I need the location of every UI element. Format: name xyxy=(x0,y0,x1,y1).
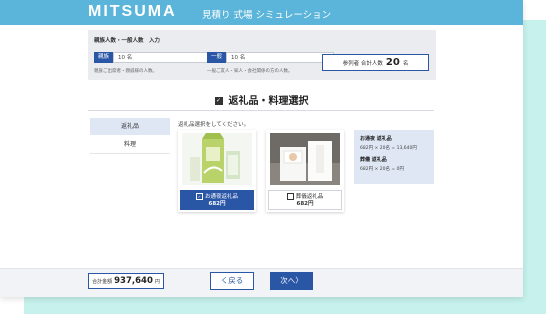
product-card-funeral[interactable]: 葬儀返礼品 682円 xyxy=(266,130,344,212)
tab-return-gifts[interactable]: 返礼品 xyxy=(90,118,170,135)
panel-title: 親族人数・一般人数 入力 xyxy=(94,38,161,44)
general-field-row: 一般 10 名 xyxy=(207,52,335,63)
next-button[interactable]: 次へ〉 xyxy=(270,272,313,290)
relatives-count-input[interactable]: 10 名 xyxy=(113,52,222,63)
back-button[interactable]: く戻る xyxy=(210,272,254,290)
empty-box-icon xyxy=(286,192,294,200)
general-note: 一般ご友人・知人・会社関係の方の人数。 xyxy=(207,69,293,74)
relatives-note: 親族ご出席者・親戚様の人数。 xyxy=(94,69,157,74)
select-funeral-gift-button[interactable]: 葬儀返礼品 682円 xyxy=(268,190,342,210)
product-label: お通夜返礼品 xyxy=(204,193,238,200)
attendee-total-unit: 名 xyxy=(402,60,409,67)
instruction-text: 返礼品選択をしてください。 xyxy=(178,122,250,128)
relatives-tag: 親族 xyxy=(94,52,114,63)
grand-total: 合計金額 937,640 円 xyxy=(88,273,164,289)
grand-total-label: 合計金額 xyxy=(92,278,113,285)
grand-total-unit: 円 xyxy=(154,278,160,285)
attendee-total-label: 参列者 合計人数 xyxy=(342,60,383,67)
section-heading: ✓ 返礼品・料理選択 xyxy=(0,92,523,107)
grand-total-value: 937,640 xyxy=(114,276,153,286)
divider xyxy=(88,110,434,111)
product-label: 葬儀返礼品 xyxy=(295,193,324,200)
summary-detail: 682円 × 20名 = 0円 xyxy=(360,167,404,172)
page-title: 見積り 式場 シミュレーション xyxy=(202,10,332,21)
brand-logo: MITSUMA xyxy=(88,3,177,20)
general-tag: 一般 xyxy=(207,52,227,63)
checkbox-icon: ✓ xyxy=(214,97,223,105)
section-title: 返礼品・料理選択 xyxy=(228,96,309,107)
app-window: MITSUMA 見積り 式場 シミュレーション 親族人数・一般人数 入力 親族 … xyxy=(0,0,523,297)
summary-detail: 682円 × 20名 = 13,640円 xyxy=(360,146,417,151)
summary-heading: 葬儀 返礼品 xyxy=(360,157,387,163)
general-count-input[interactable]: 10 名 xyxy=(226,52,335,63)
select-wake-gift-button[interactable]: ✓ お通夜返礼品 682円 xyxy=(180,190,254,210)
product-card-wake[interactable]: ✓ お通夜返礼品 682円 xyxy=(178,130,256,212)
header-bar: MITSUMA 見積り 式場 シミュレーション xyxy=(0,0,523,25)
order-summary: お通夜 返礼品 682円 × 20名 = 13,640円 葬儀 返礼品 682円… xyxy=(354,130,434,184)
attendee-total-value: 20 xyxy=(385,57,400,68)
relatives-field-row: 親族 10 名 xyxy=(94,52,222,63)
product-price: 682円 xyxy=(208,200,226,207)
summary-heading: お通夜 返礼品 xyxy=(360,136,392,142)
product-image-tea xyxy=(182,133,252,185)
product-price: 682円 xyxy=(296,200,314,207)
footer-bar xyxy=(0,268,523,297)
product-image-towel xyxy=(270,133,340,185)
tab-food[interactable]: 料理 xyxy=(90,136,170,154)
attendee-total: 参列者 合計人数 20 名 xyxy=(322,54,429,71)
checked-box-icon: ✓ xyxy=(195,192,203,200)
